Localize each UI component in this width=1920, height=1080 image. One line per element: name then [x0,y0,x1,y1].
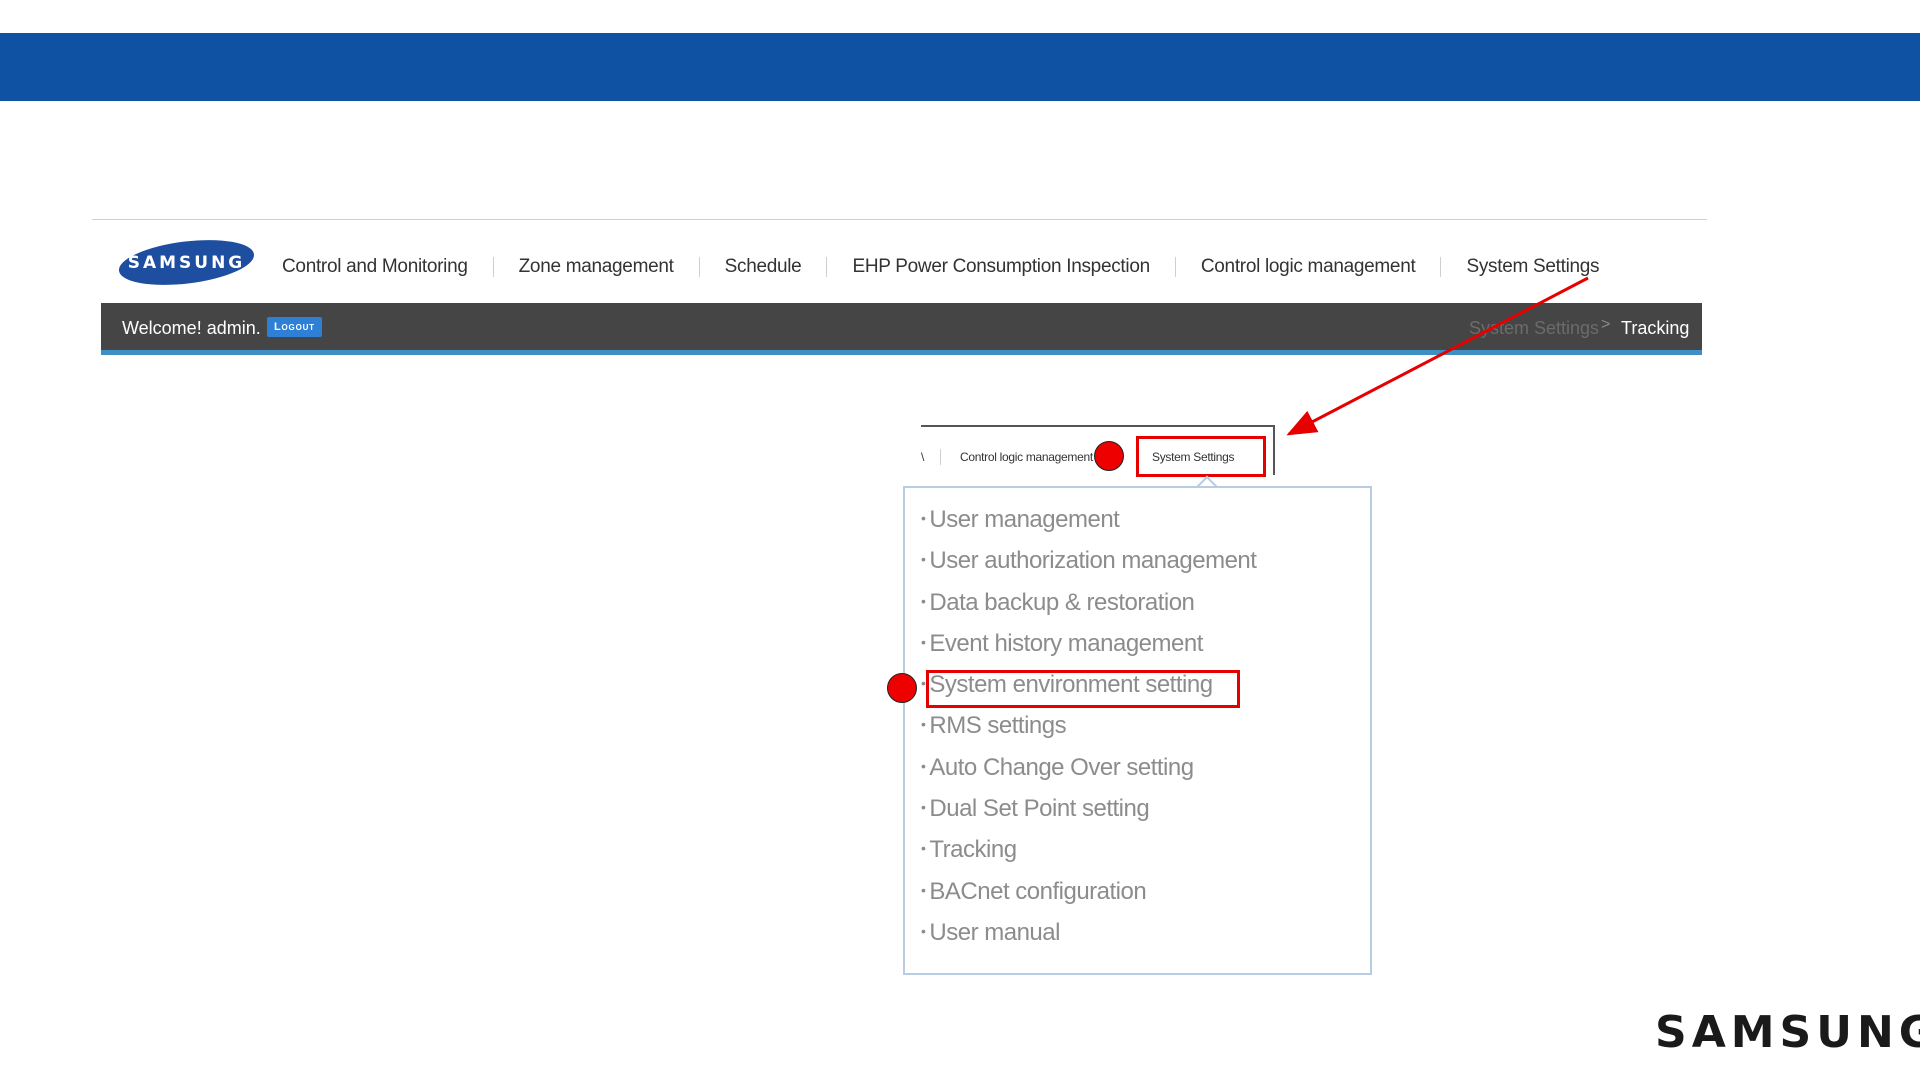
nav-schedule[interactable]: Schedule [725,256,802,278]
nav-separator [826,257,828,277]
menu-item-auto-change-over[interactable]: • Auto Change Over setting [921,754,1256,795]
menu-item-dual-set-point[interactable]: • Dual Set Point setting [921,795,1256,836]
main-nav: Control and Monitoring Zone management S… [282,255,1600,279]
tab-border-top [921,425,1274,427]
tab-separator [940,449,941,465]
menu-item-user-authorization[interactable]: • User authorization management [921,547,1257,588]
samsung-wordmark: SAMSUNG [1655,1007,1920,1058]
nav-ehp-power[interactable]: EHP Power Consumption Inspection [852,256,1150,278]
nav-zone-management[interactable]: Zone management [519,256,674,278]
menu-item-data-backup[interactable]: • Data backup & restoration [921,589,1256,630]
logout-button[interactable]: Logout [267,317,322,337]
menu-item-bacnet[interactable]: • BACnet configuration [921,878,1256,919]
highlight-system-settings-tab [1136,436,1266,477]
tab-control-logic[interactable]: Control logic management [960,450,1095,464]
chevron-right-icon: > [1601,316,1611,333]
welcome-text: Welcome! admin. [122,318,261,338]
menu-item-tracking[interactable]: • Tracking [921,836,1256,877]
nav-separator [1174,257,1176,277]
divider [92,219,1707,220]
dropdown-menu: • User management • User authorization man… [921,506,1257,960]
step-marker [1094,441,1124,471]
system-settings-dropdown: • User management • User authorization man… [903,486,1372,975]
breadcrumb-parent[interactable]: System Settings [1469,318,1599,339]
nav-separator [698,257,700,277]
nav-separator [1440,257,1442,277]
breadcrumb-current: Tracking [1621,318,1690,338]
step-marker [887,673,917,703]
highlight-system-environment [926,670,1240,708]
welcome-bar: Welcome! admin. Logout System Settings >… [101,303,1702,355]
nav-system-settings[interactable]: System Settings [1466,256,1599,278]
samsung-logo[interactable]: SAMSUNG [118,239,255,286]
nav-control-monitoring[interactable]: Control and Monitoring [282,256,468,278]
nav-separator [492,257,494,277]
nav-control-logic[interactable]: Control logic management [1201,256,1416,278]
top-blue-band [0,33,1920,101]
menu-item-event-history[interactable]: • Event history management [921,630,1256,671]
logo-text: SAMSUNG [128,253,246,273]
menu-item-rms-settings[interactable]: • RMS settings [921,712,1256,753]
menu-item-user-management[interactable]: • User management [921,506,1256,547]
menu-item-user-manual[interactable]: • User manual [921,919,1256,960]
tab-fragment: \ [921,450,925,464]
tab-border-right [1273,425,1275,475]
app-screenshot: SAMSUNG Control and Monitoring Zone mana… [92,219,1707,361]
